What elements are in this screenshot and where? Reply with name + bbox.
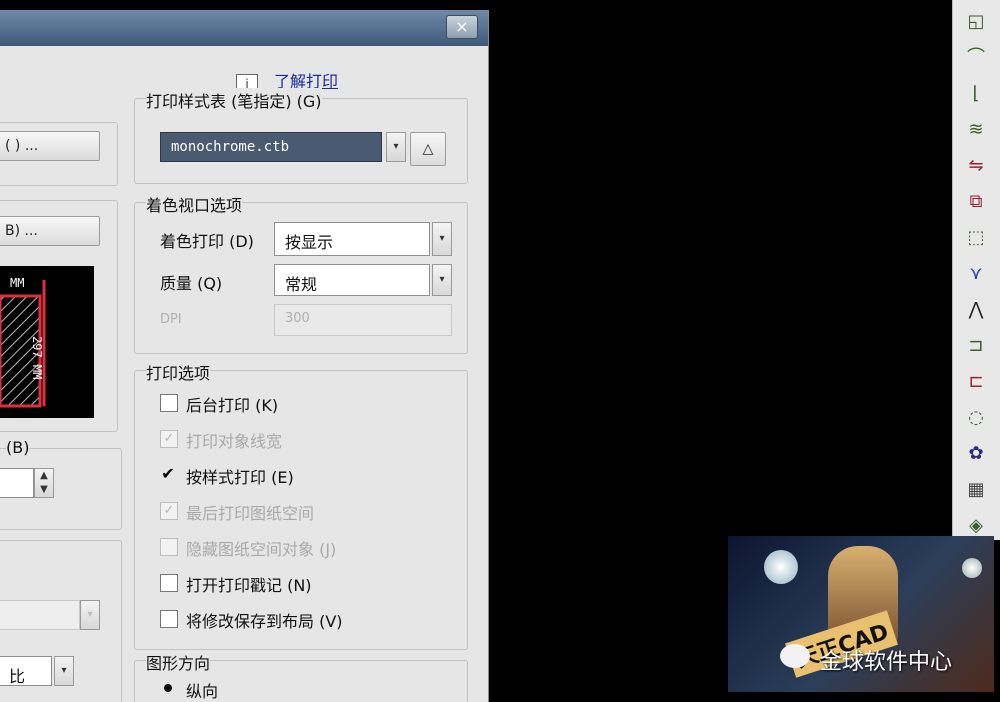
option-label: 将修改保存到布局 (V) (186, 612, 343, 631)
mirror-icon[interactable]: ⇋ (961, 152, 991, 180)
shade-plot-label: 着色打印 (D) (160, 228, 254, 252)
scale-combo-value: 比 (9, 667, 26, 686)
moon-graphic (962, 558, 982, 578)
plot-options-title: 打印选项 (146, 360, 211, 384)
edit-pen-icon: △ (422, 141, 434, 157)
orientation-title: 图形方向 (146, 650, 211, 674)
plot-style-arrow[interactable]: ▾ (386, 132, 406, 162)
copy-icon[interactable]: ⧉ (961, 188, 991, 216)
quality-combo[interactable]: 常规 (274, 264, 430, 296)
plot-preview: MM 297 MM (0, 266, 94, 418)
close-button[interactable]: × (446, 15, 478, 39)
watermark-banner: 天正CAD 金球软件中心 (728, 536, 994, 692)
option-label: 后台打印 (K) (186, 396, 279, 415)
plot-style-value: monochrome.ctb (171, 139, 290, 155)
trim-icon[interactable]: ⋎ (961, 260, 991, 288)
channel-name: 金球软件中心 (820, 650, 953, 675)
polyline-icon[interactable]: ⌊ (961, 80, 991, 108)
option-label: 隐藏图纸空间对象 (J) (186, 540, 337, 559)
quality-value: 常规 (285, 275, 318, 294)
paper-size-button[interactable]: B) ... (0, 216, 100, 246)
shade-plot-arrow[interactable]: ▾ (432, 222, 452, 256)
option-label: 打印对象线宽 (186, 432, 283, 451)
option-label: 按样式打印 (E) (186, 468, 294, 487)
disabled-combo (0, 600, 80, 630)
preview-width-label: MM (10, 276, 25, 290)
preview-height-label: 297 MM (30, 336, 44, 380)
break-icon[interactable]: ⊐ (961, 332, 991, 360)
spline-icon[interactable]: ≋ (961, 116, 991, 144)
dpi-field: 300 (274, 304, 452, 336)
shaded-viewport-title: 着色视口选项 (146, 192, 243, 216)
portrait-label: 纵向 (186, 682, 219, 701)
option-checkbox: ✓ (160, 430, 178, 448)
planet-graphic (764, 550, 798, 584)
rect-icon[interactable]: ◱ (961, 8, 991, 36)
portrait-radio[interactable] (164, 684, 172, 692)
scale-combo[interactable]: 比 (0, 656, 52, 686)
wechat-icon (780, 644, 810, 668)
option-label: 最后打印图纸空间 (186, 504, 315, 523)
hatch-icon[interactable]: ▦ (961, 476, 991, 504)
quality-arrow[interactable]: ▾ (432, 264, 452, 296)
plot-style-combo[interactable]: monochrome.ctb (160, 132, 382, 162)
option-checkbox[interactable] (160, 610, 178, 628)
modify-toolbar: ◱ ⌒ ⌊ ≋ ⇋ ⧉ ⬚ ⋎ ⋀ ⊐ ⊏ ◌ ✿ ▦ ◈ (952, 0, 1000, 540)
array-icon[interactable]: ✿ (961, 440, 991, 468)
option-checkbox[interactable] (160, 574, 178, 592)
plot-dialog: × i 了解打印 ( ) ... B) ... MM 297 MM (B) ▲ ▼… (0, 10, 489, 702)
extend-icon[interactable]: ⋀ (961, 296, 991, 324)
dpi-value: 300 (285, 311, 310, 326)
option-checkbox[interactable] (160, 394, 178, 412)
shade-plot-combo[interactable]: 按显示 (274, 222, 430, 256)
properties-button[interactable]: ( ) ... (0, 131, 100, 161)
fillet-icon[interactable]: ◌ (961, 404, 991, 432)
dialog-titlebar: × (0, 10, 488, 46)
option-checkbox: ✓ (160, 502, 178, 520)
join-icon[interactable]: ⊏ (961, 368, 991, 396)
option-checkbox (160, 538, 178, 556)
shade-plot-value: 按显示 (285, 233, 334, 252)
copies-spinner[interactable]: ▲ ▼ (34, 468, 54, 498)
edit-plot-style-button[interactable]: △ (410, 132, 446, 166)
option-label: 打开打印戳记 (N) (186, 576, 312, 595)
option-checkbox[interactable]: ✔ (160, 466, 176, 482)
quality-label: 质量 (Q) (160, 270, 223, 294)
stretch-icon[interactable]: ⬚ (961, 224, 991, 252)
left-group-b-label: (B) (6, 438, 30, 457)
disabled-combo-arrow: ▾ (80, 600, 100, 630)
scale-combo-arrow[interactable]: ▾ (54, 656, 74, 686)
copies-field[interactable] (0, 468, 34, 498)
arc-icon[interactable]: ⌒ (961, 44, 991, 72)
dpi-label: DPI (160, 312, 182, 327)
plot-style-title: 打印样式表 (笔指定) (G) (146, 88, 322, 112)
